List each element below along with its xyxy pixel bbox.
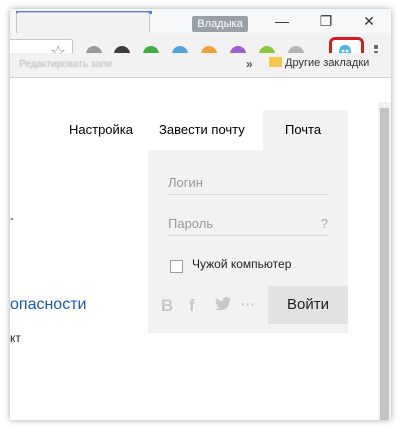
browser-tab[interactable]: [16, 12, 150, 34]
foreign-computer-checkbox[interactable]: [170, 260, 183, 273]
login-placeholder: Логин: [168, 175, 203, 190]
partial-text: кт: [10, 331, 21, 345]
tab-mail-label: Почта: [285, 122, 322, 137]
bookmarks-bar: Редактировать запи » Другие закладки: [10, 53, 391, 78]
restore-button[interactable]: ❐: [308, 11, 344, 31]
close-button[interactable]: ✕: [351, 11, 387, 31]
login-submit-button[interactable]: Войти: [268, 286, 348, 324]
title-bar: Владыка — ❐ ✕: [10, 9, 391, 34]
minimize-button[interactable]: —: [264, 11, 300, 31]
social-login-row: B f ···: [148, 286, 268, 324]
settings-link[interactable]: Настройка: [69, 122, 133, 137]
left-fragment-dash: -: [10, 211, 14, 225]
security-link[interactable]: опасности: [10, 296, 86, 314]
login-input[interactable]: Логин: [168, 172, 328, 195]
vk-icon[interactable]: B: [161, 296, 173, 316]
vertical-scrollbar[interactable]: [378, 102, 391, 420]
other-bookmarks-folder[interactable]: Другие закладки: [269, 57, 369, 69]
create-mail-link[interactable]: Завести почту: [159, 122, 245, 137]
scrollbar-thumb[interactable]: [380, 108, 389, 420]
password-placeholder: Пароль: [168, 216, 214, 231]
password-input[interactable]: Пароль ?: [168, 213, 328, 236]
login-panel: Логин Пароль ? Чужой компьютер B f ··· В…: [148, 150, 348, 333]
folder-icon: [269, 57, 282, 67]
foreign-computer-label[interactable]: Чужой компьютер: [192, 257, 291, 271]
password-help-icon[interactable]: ?: [321, 213, 328, 235]
tab-mail[interactable]: Почта: [263, 110, 348, 150]
more-social-icon[interactable]: ···: [241, 296, 255, 312]
other-bookmarks-label: Другие закладки: [285, 57, 370, 69]
facebook-icon[interactable]: f: [189, 296, 195, 316]
profile-name-badge[interactable]: Владыка: [192, 16, 248, 32]
bookmark-item[interactable]: Редактировать запи: [19, 59, 112, 70]
twitter-icon[interactable]: [214, 296, 232, 312]
bookmarks-overflow-chevron[interactable]: »: [246, 57, 253, 71]
